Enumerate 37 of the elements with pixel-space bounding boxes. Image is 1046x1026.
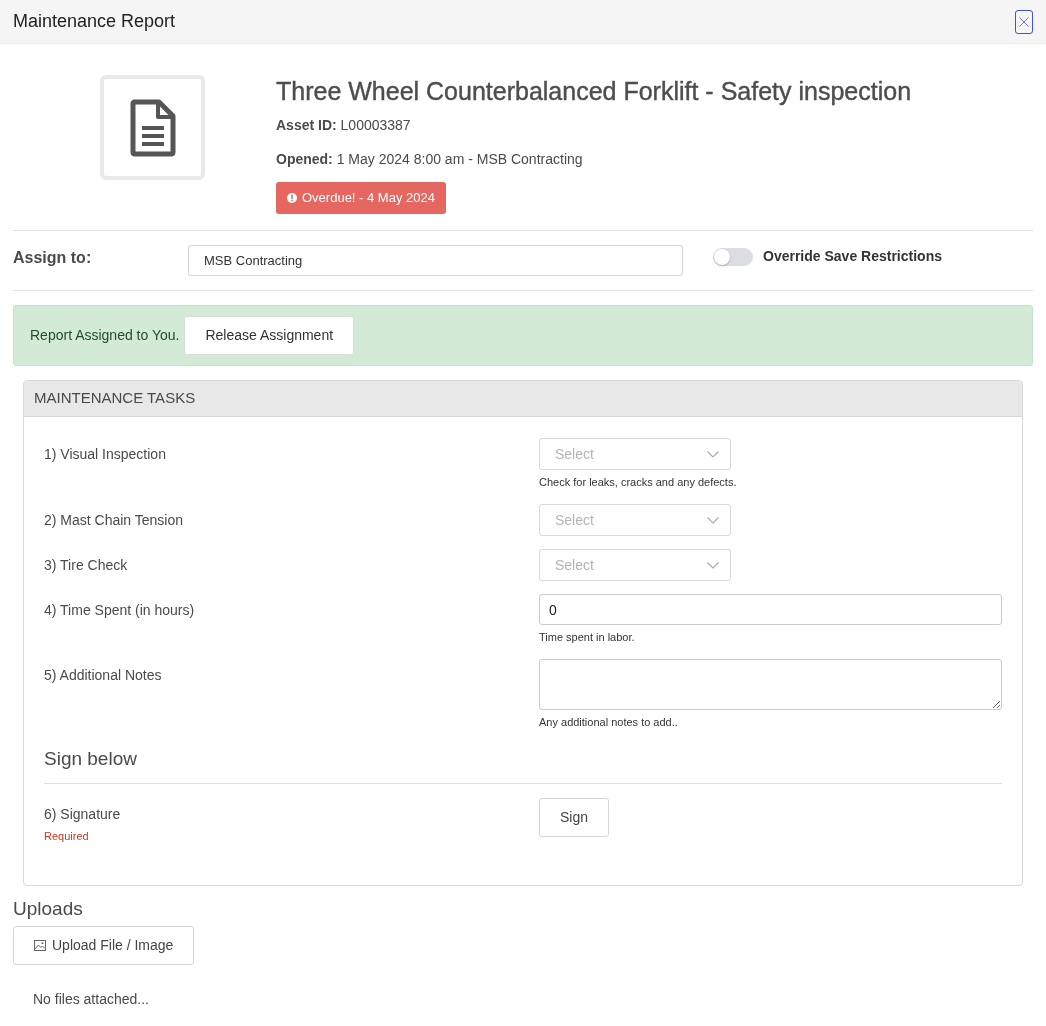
close-button[interactable] bbox=[1015, 9, 1033, 34]
task-label: 5) Additional Notes bbox=[44, 666, 162, 685]
empty-uploads-text: No files attached... bbox=[33, 990, 150, 1009]
document-icon bbox=[129, 98, 176, 157]
help-text: Any additional notes to add.. bbox=[539, 716, 678, 728]
chevron-down-icon bbox=[707, 516, 719, 524]
notes-textarea[interactable] bbox=[539, 659, 1002, 710]
help-text: Time spent in labor. bbox=[539, 631, 635, 643]
upload-button[interactable]: Upload File / Image bbox=[13, 926, 195, 965]
exclamation-icon bbox=[287, 193, 297, 203]
required-note: Required bbox=[44, 830, 89, 843]
hours-input[interactable]: 0 bbox=[539, 594, 1002, 625]
task-label: 6) Signature bbox=[44, 805, 121, 824]
chevron-down-icon bbox=[707, 450, 719, 458]
task-label: 3) Tire Check bbox=[44, 556, 128, 575]
override-toggle[interactable] bbox=[713, 247, 753, 266]
task-label: 1) Visual Inspection bbox=[44, 445, 166, 464]
chevron-down-icon bbox=[707, 561, 719, 569]
uploads-heading: Uploads bbox=[13, 897, 84, 921]
release-assignment-button[interactable]: Release Assignment bbox=[184, 316, 355, 355]
overdue-text: Overdue! - 4 May 2024 bbox=[302, 189, 435, 208]
task-label: 4) Time Spent (in hours) bbox=[44, 601, 195, 620]
close-icon bbox=[1019, 16, 1029, 27]
sign-button[interactable]: Sign bbox=[539, 798, 610, 837]
image-icon bbox=[34, 940, 46, 951]
section-heading: Sign below bbox=[44, 747, 138, 771]
opened-text: Opened: 1 May 2024 8:00 am - MSB Contracting bbox=[276, 151, 583, 167]
asset-id-text: Asset ID: L00003387 bbox=[276, 117, 411, 133]
dialog-title: Maintenance Report bbox=[13, 10, 176, 33]
task-label: 2) Mast Chain Tension bbox=[44, 511, 184, 530]
alert-message: Report Assigned to You. bbox=[30, 326, 180, 345]
assign-label: Assign to: bbox=[13, 248, 93, 268]
panel-title: MAINTENANCE TASKS bbox=[34, 388, 196, 409]
assign-input[interactable]: MSB Contracting bbox=[188, 245, 683, 276]
override-label: Override Save Restrictions bbox=[763, 247, 942, 266]
report-title: Three Wheel Counterbalanced Forklift - Safety inspection bbox=[276, 76, 912, 106]
help-text: Check for leaks, cracks and any defects. bbox=[539, 476, 737, 488]
